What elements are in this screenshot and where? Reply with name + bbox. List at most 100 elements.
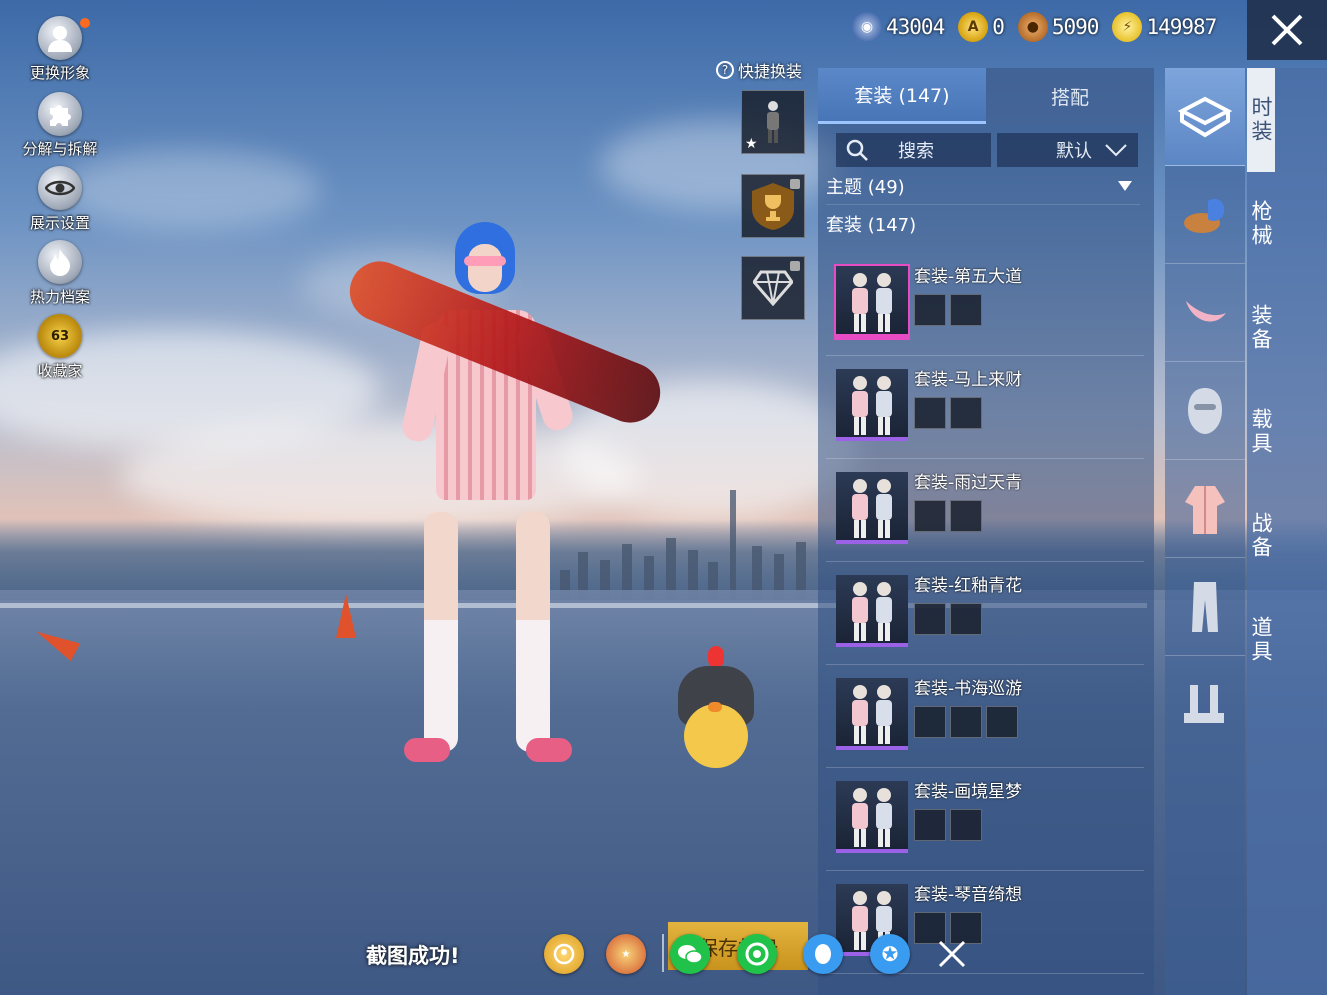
subcategory-shoes[interactable]	[1165, 656, 1245, 754]
outfit-item[interactable]: 套装-雨过天青	[826, 460, 1144, 562]
outfit-part-thumb[interactable]	[950, 397, 982, 429]
outfit-parts	[914, 603, 982, 635]
category-tab[interactable]: 装备	[1247, 276, 1275, 380]
outfit-item[interactable]: 套装-红釉青花	[826, 563, 1144, 665]
category-tab[interactable]: 战备	[1247, 484, 1275, 588]
avatar-icon	[38, 16, 82, 60]
outfit-part-thumb[interactable]	[950, 809, 982, 841]
close-share-button[interactable]	[936, 938, 968, 970]
preset-slot-3[interactable]	[741, 256, 805, 320]
share-favorites-button[interactable]: ✪	[870, 934, 910, 974]
moments-icon	[745, 942, 769, 966]
subcategory-pants[interactable]	[1165, 558, 1245, 656]
caret-down-icon	[1118, 180, 1132, 191]
theme-filter[interactable]: 主题 (49)	[826, 167, 1140, 205]
outfit-item[interactable]: 套装-画境星梦	[826, 769, 1144, 871]
share-qq-zone-button[interactable]	[544, 934, 584, 974]
outfit-part-thumb[interactable]	[950, 500, 982, 532]
pants-icon	[1192, 581, 1218, 632]
tab-matching[interactable]: 搭配	[986, 68, 1154, 124]
outfit-parts	[914, 809, 982, 841]
star-icon: ✪	[881, 942, 899, 966]
share-moments-button[interactable]	[737, 934, 777, 974]
collector-button[interactable]: 63 收藏家	[14, 314, 106, 381]
screenshot-toast: 截图成功!	[366, 944, 460, 968]
outfit-part-thumb[interactable]	[950, 294, 982, 326]
outfit-tabs: 套装 (147) 搭配	[818, 68, 1154, 124]
share-wechat-button[interactable]	[670, 934, 710, 974]
preset-slot-1[interactable]: ★	[741, 90, 805, 154]
menu-label: 热力档案	[29, 288, 90, 306]
outfit-part-thumb[interactable]	[986, 706, 1018, 738]
sort-dropdown[interactable]: 默认	[996, 133, 1138, 167]
outfit-item[interactable]: 套装-第五大道	[826, 254, 1144, 356]
outfit-part-thumb[interactable]	[914, 294, 946, 326]
category-tab[interactable]: 枪械	[1247, 172, 1275, 276]
wechat-icon	[678, 945, 703, 964]
suits-filter-label: 套装 (147)	[826, 215, 917, 236]
outfit-item[interactable]: 套装-马上来财	[826, 357, 1144, 459]
mask-icon	[1188, 387, 1222, 434]
quick-change-button[interactable]: ? 快捷换装	[716, 58, 802, 82]
outfit-part-thumb[interactable]	[914, 809, 946, 841]
eye-icon	[38, 166, 82, 210]
menu-label: 展示设置	[29, 214, 90, 232]
category-tab[interactable]: 时装	[1247, 68, 1275, 172]
outfit-title: 套装-第五大道	[914, 267, 1023, 287]
outfit-panel: 套装 (147) 搭配 搜索 默认 主题 (49) 套装 (147) 套装-第五…	[818, 68, 1154, 995]
outfit-title: 套装-雨过天青	[914, 473, 1023, 493]
outfit-part-thumb[interactable]	[950, 603, 982, 635]
bp-coin-icon: ●	[1017, 12, 1048, 42]
search-placeholder: 搜索	[898, 141, 934, 162]
outfit-title: 套装-马上来财	[914, 370, 1023, 390]
notification-dot	[80, 18, 90, 28]
chick-pet	[674, 646, 758, 776]
lock-icon	[790, 261, 800, 271]
subcategory-suit[interactable]	[1165, 460, 1245, 558]
currency-bp: ● 5090	[1017, 12, 1100, 42]
decompose-button[interactable]: 分解与拆解	[14, 92, 106, 159]
subcategory-wardrobe[interactable]	[1165, 68, 1245, 166]
subcategory-hat[interactable]	[1165, 166, 1245, 264]
outfit-parts	[914, 500, 982, 532]
currency-uc: ◉ 43004	[852, 12, 945, 42]
boots-icon	[1184, 685, 1224, 723]
outfit-parts	[914, 397, 982, 429]
close-button[interactable]	[1247, 0, 1327, 60]
star-icon: ★	[745, 136, 758, 152]
currency-value: 149987	[1146, 15, 1217, 39]
category-tab[interactable]: 载具	[1247, 380, 1275, 484]
outfit-part-thumb[interactable]	[914, 500, 946, 532]
outfit-item[interactable]: 套装-书海巡游	[826, 666, 1144, 768]
preset-slot-2[interactable]	[741, 174, 805, 238]
outfit-parts	[914, 706, 1018, 738]
close-icon	[1271, 14, 1303, 46]
flame-icon	[38, 240, 82, 284]
search-input[interactable]: 搜索	[836, 133, 991, 167]
suits-filter[interactable]: 套装 (147)	[826, 205, 1140, 243]
sort-value: 默认	[1056, 141, 1092, 162]
outfit-part-thumb[interactable]	[914, 397, 946, 429]
category-tab[interactable]: 道具	[1247, 588, 1275, 692]
tab-suits[interactable]: 套装 (147)	[818, 68, 986, 124]
menu-label: 分解与拆解	[22, 140, 98, 158]
wardrobe-icon	[1178, 96, 1232, 137]
subcategory-face[interactable]	[1165, 264, 1245, 362]
outfit-part-thumb[interactable]	[914, 603, 946, 635]
subcategory-mask[interactable]	[1165, 362, 1245, 460]
outfit-thumbnail	[836, 472, 908, 544]
outfit-part-thumb[interactable]	[914, 706, 946, 738]
outfit-part-thumb[interactable]	[950, 706, 982, 738]
change-avatar-button[interactable]: 更换形象	[14, 16, 106, 83]
player-character	[340, 222, 680, 772]
heat-archive-button[interactable]: 热力档案	[14, 240, 106, 307]
game-logo-icon: ★	[621, 948, 631, 960]
currency-lightning: ⚡ 149987	[1112, 12, 1217, 42]
display-settings-button[interactable]: 展示设置	[14, 166, 106, 233]
share-game-circle-button[interactable]: ★	[606, 934, 646, 974]
close-icon	[938, 940, 966, 968]
share-qq-button[interactable]	[803, 934, 843, 974]
currency-value: 5090	[1051, 15, 1100, 39]
puzzle-icon	[38, 92, 82, 136]
outfit-thumbnail	[836, 369, 908, 441]
